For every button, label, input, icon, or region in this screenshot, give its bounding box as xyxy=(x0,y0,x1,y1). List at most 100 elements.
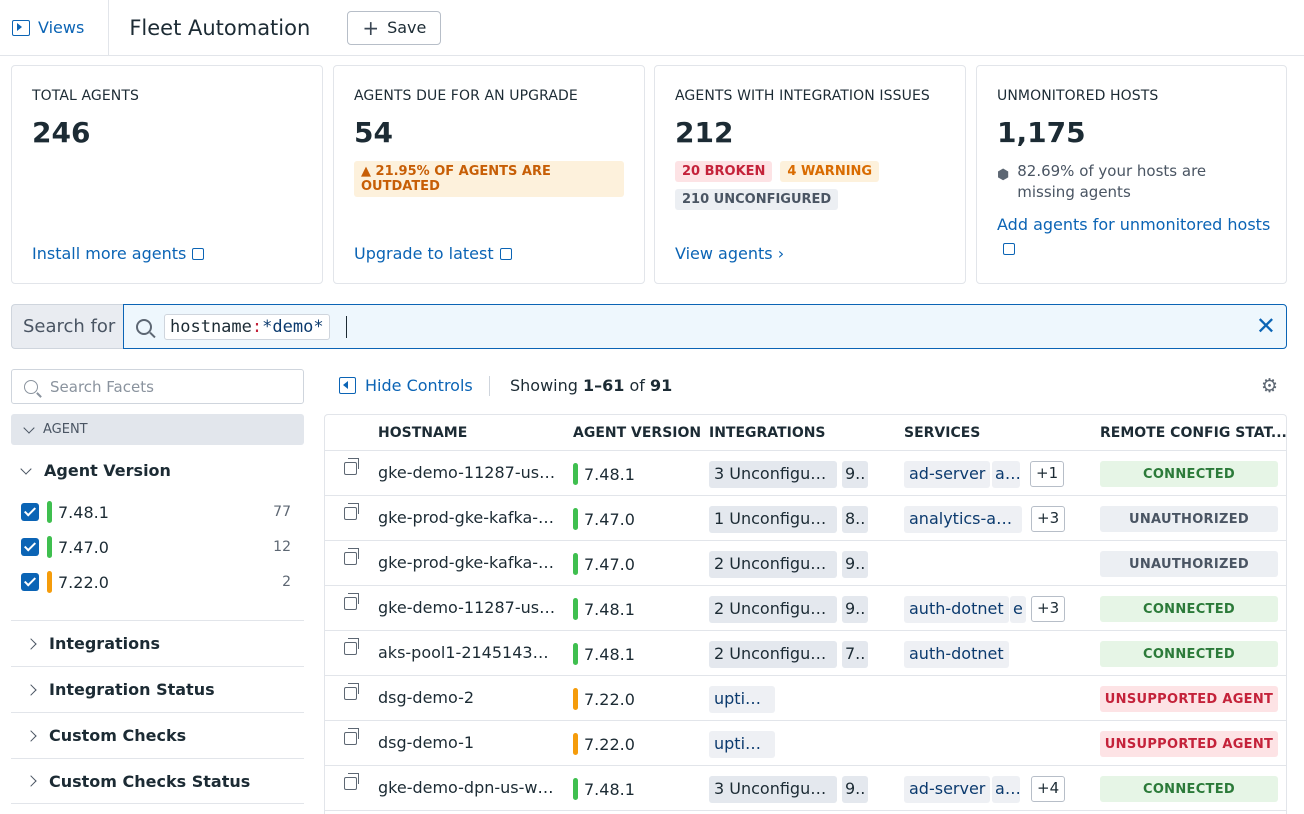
facet-group-integration-status[interactable]: Integration Status xyxy=(11,666,304,712)
copy-icon[interactable] xyxy=(344,683,359,700)
service-tag[interactable]: a... xyxy=(992,461,1020,488)
version-label: 7.22.0 xyxy=(584,689,635,709)
copy-icon[interactable] xyxy=(344,593,359,610)
hostname-cell[interactable]: dsg-demo-1 xyxy=(378,733,558,752)
facet-search-input[interactable] xyxy=(50,377,290,396)
query-token[interactable]: hostname:*demo* xyxy=(164,313,330,340)
top-bar: Views Fleet Automation + Save xyxy=(0,0,1304,56)
more-services-button[interactable]: +3 xyxy=(1031,506,1066,532)
service-tag[interactable]: ad-server xyxy=(904,776,991,803)
table-row[interactable]: dsg-demo-2 7.22.0 uptime UNSUPPORTED AGENT xyxy=(325,676,1286,721)
more-services-button[interactable]: +4 xyxy=(1031,776,1066,802)
copy-icon[interactable] xyxy=(344,548,359,565)
column-hostname[interactable]: HOSTNAME xyxy=(378,425,467,441)
column-agent-version[interactable]: AGENT VERSION xyxy=(573,425,701,441)
warning-badge: 4 WARNING xyxy=(780,161,880,182)
facet-group-custom-checks-status[interactable]: Custom Checks Status xyxy=(11,758,304,804)
service-tag[interactable]: a... xyxy=(992,776,1020,803)
add-agents-link[interactable]: Add agents for unmonitored hosts xyxy=(997,213,1277,261)
page-title: Fleet Automation xyxy=(129,15,311,40)
remote-config-status-badge: UNAUTHORIZED xyxy=(1100,506,1278,532)
table-row[interactable]: gke-demo-11287-us-... 7.48.1 3 Unconfigure… xyxy=(325,451,1286,496)
service-tag[interactable]: auth-dotnet xyxy=(904,596,1009,623)
integration-tag[interactable]: 9.. xyxy=(842,776,869,803)
integration-tag[interactable]: 3 Unconfigured xyxy=(709,776,837,803)
column-services[interactable]: SERVICES xyxy=(904,425,980,441)
checkbox-checked[interactable] xyxy=(21,503,39,521)
integration-tag[interactable]: 9.. xyxy=(842,461,869,488)
remote-config-status-badge: UNAUTHORIZED xyxy=(1100,551,1278,577)
integration-tag[interactable]: 2 Unconfigured xyxy=(709,641,837,668)
checkbox-checked[interactable] xyxy=(21,573,39,591)
checkbox-checked[interactable] xyxy=(21,538,39,556)
section-label: AGENT xyxy=(43,422,88,437)
integration-tag[interactable]: 2 Unconfigured xyxy=(709,596,837,623)
search-icon xyxy=(136,318,152,335)
card-unmonitored: UNMONITORED HOSTS 1,175 ⬢ 82.69% of your… xyxy=(976,65,1287,284)
link-label: Upgrade to latest xyxy=(354,244,494,263)
facet-group-custom-checks[interactable]: Custom Checks xyxy=(11,712,304,758)
hostname-cell[interactable]: gke-prod-gke-kafka-a... xyxy=(378,508,558,527)
gear-icon[interactable]: ⚙ xyxy=(1261,377,1278,396)
table-row[interactable]: gke-demo-dpn-us-we... 7.48.1 3 Unconfigure… xyxy=(325,766,1286,811)
clear-search-icon[interactable]: ✕ xyxy=(1256,314,1276,338)
facet-search-box[interactable] xyxy=(11,369,304,404)
column-remote-config-status[interactable]: REMOTE CONFIG STAT... xyxy=(1100,425,1286,441)
copy-icon[interactable] xyxy=(344,638,359,655)
hostname-cell[interactable]: gke-prod-gke-kafka-a... xyxy=(378,553,558,572)
version-color-bar xyxy=(47,501,52,523)
card-value: 1,175 xyxy=(997,116,1086,149)
table-row[interactable]: dsg-demo-1 7.22.0 uptime UNSUPPORTED AGENT xyxy=(325,721,1286,766)
copy-icon[interactable] xyxy=(344,503,359,520)
more-services-button[interactable]: +1 xyxy=(1030,461,1065,487)
integration-tag[interactable]: 8.. xyxy=(842,506,869,533)
install-agents-link[interactable]: Install more agents xyxy=(32,244,205,263)
facet-group-integrations[interactable]: Integrations xyxy=(11,620,304,666)
table-row[interactable]: aks-pool1-21451434-... 7.48.1 2 Unconfigur… xyxy=(325,631,1286,676)
facet-item[interactable]: 7.48.1 77 xyxy=(21,499,291,525)
remote-config-status-badge: UNSUPPORTED AGENT xyxy=(1100,686,1278,712)
integration-tag[interactable]: 9.. xyxy=(842,596,869,623)
integration-tag[interactable]: uptime xyxy=(709,686,775,713)
upgrade-link[interactable]: Upgrade to latest xyxy=(354,244,512,263)
version-color-bar xyxy=(47,571,52,593)
views-button[interactable]: Views xyxy=(0,0,110,56)
view-agents-link[interactable]: View agents › xyxy=(675,244,784,263)
table-row[interactable]: gke-prod-gke-kafka-a... 7.47.0 2 Unconfigu… xyxy=(325,541,1286,586)
hostname-cell[interactable]: dsg-demo-2 xyxy=(378,688,558,707)
plus-icon: + xyxy=(362,15,380,40)
service-tag[interactable]: analytics-ag... xyxy=(904,506,1022,533)
group-label: Agent Version xyxy=(44,461,171,480)
integration-tag[interactable]: 3 Unconfigured xyxy=(709,461,837,488)
hostname-cell[interactable]: aks-pool1-21451434-... xyxy=(378,643,558,662)
facet-section-agent[interactable]: AGENT xyxy=(11,414,304,445)
service-tag[interactable]: e xyxy=(1010,596,1026,623)
integration-tag[interactable]: 9.. xyxy=(842,551,869,578)
card-title: AGENTS DUE FOR AN UPGRADE xyxy=(354,88,578,104)
save-button[interactable]: + Save xyxy=(347,10,442,45)
search-input[interactable]: hostname:*demo* ✕ xyxy=(123,304,1287,349)
hexagon-icon: ⬢ xyxy=(997,167,1010,183)
column-integrations[interactable]: INTEGRATIONS xyxy=(709,425,826,441)
hostname-cell[interactable]: gke-demo-dpn-us-we... xyxy=(378,778,558,797)
integration-tag[interactable]: 1 Unconfigured xyxy=(709,506,837,533)
table-row[interactable]: gke-prod-gke-kafka-a... 7.47.0 1 Unconfigu… xyxy=(325,496,1286,541)
chevron-right-icon xyxy=(25,775,37,787)
query-value: *demo* xyxy=(262,316,324,337)
facet-item[interactable]: 7.22.0 2 xyxy=(21,569,291,595)
hostname-cell[interactable]: gke-demo-11287-us-... xyxy=(378,463,558,482)
table-row[interactable]: gke-demo-11287-us-... 7.48.1 2 Unconfigure… xyxy=(325,586,1286,631)
copy-icon[interactable] xyxy=(344,728,359,745)
facet-group-agent-version[interactable]: Agent Version xyxy=(20,461,171,480)
hostname-cell[interactable]: gke-demo-11287-us-... xyxy=(378,598,558,617)
service-tag[interactable]: auth-dotnet xyxy=(904,641,1009,668)
integration-tag[interactable]: 2 Unconfigured xyxy=(709,551,837,578)
copy-icon[interactable] xyxy=(344,458,359,475)
hide-controls-button[interactable]: Hide Controls xyxy=(339,376,473,395)
integration-tag[interactable]: 7.. xyxy=(842,641,869,668)
integration-tag[interactable]: uptime xyxy=(709,731,775,758)
copy-icon[interactable] xyxy=(344,773,359,790)
facet-item[interactable]: 7.47.0 12 xyxy=(21,534,291,560)
more-services-button[interactable]: +3 xyxy=(1031,596,1066,622)
service-tag[interactable]: ad-server xyxy=(904,461,991,488)
